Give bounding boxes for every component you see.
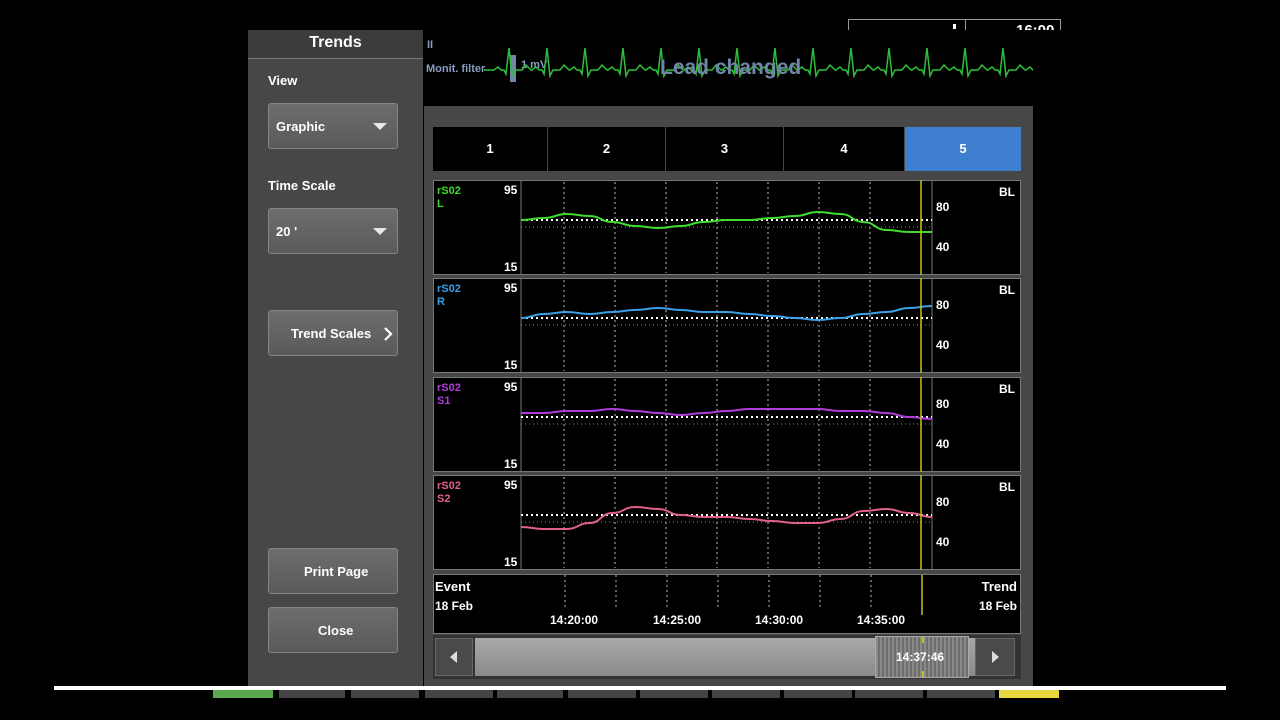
- tab-divider: [547, 136, 548, 162]
- trends-side-panel: Trends View Graphic Time Scale 20 ' Tren…: [248, 30, 423, 688]
- view-dropdown[interactable]: Graphic: [268, 103, 398, 149]
- time-tick-label: 14:35:00: [857, 613, 906, 627]
- chevron-down-icon: [373, 123, 387, 130]
- tab-1[interactable]: 1: [433, 127, 547, 171]
- trend-plot: [520, 377, 933, 472]
- status-field-1: [848, 19, 966, 30]
- time-scale-dropdown[interactable]: 20 ': [268, 208, 398, 254]
- print-page-button[interactable]: Print Page: [268, 548, 398, 594]
- trend-panel[interactable]: rS02 S2 95 15 BL 80 40: [433, 475, 1021, 570]
- bottom-key[interactable]: [497, 690, 563, 698]
- trend-scales-label: Trend Scales: [291, 326, 372, 341]
- bottom-key[interactable]: [640, 690, 708, 698]
- tab-3[interactable]: 3: [666, 127, 783, 171]
- scroll-thumb[interactable]: 14:37:46: [875, 636, 969, 678]
- trend-plot: [520, 180, 933, 275]
- print-page-label: Print Page: [304, 564, 369, 579]
- bottom-key[interactable]: [712, 690, 780, 698]
- scroll-right-button[interactable]: [975, 638, 1015, 676]
- bottom-key[interactable]: [351, 690, 419, 698]
- tab-2[interactable]: 2: [548, 127, 665, 171]
- time-gridlines: [564, 575, 923, 615]
- time-scrollbar[interactable]: 14:37:46: [433, 635, 1021, 679]
- bottom-key-yellow[interactable]: [999, 690, 1059, 698]
- chevron-right-icon: [384, 327, 393, 341]
- bottom-key[interactable]: [784, 690, 852, 698]
- trend-panel[interactable]: rS02 R 95 15 BL 80 40: [433, 278, 1021, 373]
- time-tick-label: 14:30:00: [755, 613, 804, 627]
- tab-divider: [783, 136, 784, 162]
- thumb-cursor-mark: [922, 671, 924, 677]
- close-label: Close: [318, 623, 354, 638]
- status-clock: 16:00: [1016, 22, 1054, 30]
- bottom-key[interactable]: [568, 690, 636, 698]
- tab-4[interactable]: 4: [784, 127, 904, 171]
- arrow-right-icon: [992, 651, 999, 663]
- time-scale-value: 20 ': [276, 224, 298, 239]
- bottom-key[interactable]: [425, 690, 493, 698]
- bottom-key[interactable]: [855, 690, 923, 698]
- view-value: Graphic: [276, 119, 326, 134]
- trend-panel[interactable]: rS02 S1 95 15 BL 80 40: [433, 377, 1021, 472]
- trend-plot: [520, 475, 933, 570]
- bottom-key[interactable]: [279, 690, 345, 698]
- time-tick-label: 14:20:00: [550, 613, 599, 627]
- tab-divider: [665, 136, 666, 162]
- time-axis: Event 18 Feb Trend 18 Feb 14:20:00 14:25…: [433, 574, 1021, 634]
- bottom-key[interactable]: [927, 690, 995, 698]
- lead-changed-message: Lead changed: [660, 56, 802, 79]
- scroll-thumb-time: 14:37:46: [896, 650, 945, 664]
- tab-5[interactable]: 5: [905, 127, 1021, 171]
- view-label: View: [268, 73, 298, 88]
- trend-panel[interactable]: rS02 L 95 15 BL 80 40: [433, 180, 1021, 275]
- close-button[interactable]: Close: [268, 607, 398, 653]
- time-scale-label: Time Scale: [268, 178, 336, 193]
- arrow-left-icon: [450, 651, 457, 663]
- status-dot: [953, 24, 956, 29]
- panel-title: Trends: [309, 34, 362, 51]
- time-tick-label: 14:25:00: [653, 613, 702, 627]
- thumb-cursor-mark: [922, 637, 924, 643]
- trend-scales-button[interactable]: Trend Scales: [268, 310, 398, 356]
- scroll-left-button[interactable]: [435, 638, 473, 676]
- bottom-key-green[interactable]: [213, 690, 273, 698]
- status-field-2: 16:00: [965, 19, 1061, 30]
- chevron-down-icon: [373, 228, 387, 235]
- trend-plot: [520, 278, 933, 373]
- panel-header: Trends: [248, 30, 423, 59]
